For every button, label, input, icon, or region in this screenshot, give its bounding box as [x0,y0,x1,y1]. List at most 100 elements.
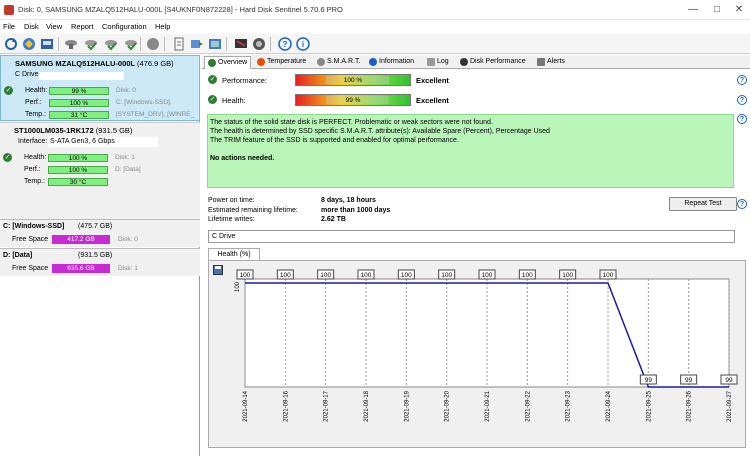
svg-text:?: ? [282,40,287,49]
tab-disk-performance[interactable]: Disk Performance [457,56,529,69]
perf-label: Perf.: [25,99,42,106]
temperature-tab-icon [257,58,265,66]
repeat-test-button[interactable]: Repeat Test [669,197,737,211]
drive-label-redacted [39,72,124,80]
toolbar-separator [270,37,271,51]
test2-icon[interactable] [102,36,119,52]
test3-icon[interactable] [122,36,139,52]
help-icon[interactable]: ? [737,199,747,209]
remaining-value: more than 1000 days [321,207,391,214]
overview-icon [208,59,216,67]
maximize-button[interactable]: □ [706,3,728,17]
app-icon [4,5,14,15]
disk-name: ST1000LM035-1RK172 (931.5 GB) [14,126,133,135]
volume-name: C: [Windows-SSD] [3,223,65,230]
menu-report[interactable]: Report [71,22,94,31]
free-space-bar: 417.2 GB [52,235,110,244]
menu-help[interactable]: Help [155,22,170,31]
smart-icon [317,58,325,66]
menu-file[interactable]: File [3,22,15,31]
toolbar: ? i [0,34,750,54]
menu-disk[interactable]: Disk [24,22,39,31]
help-icon[interactable]: ? [737,95,747,105]
tab-log[interactable]: Log [424,56,452,69]
interface-value: S-ATA Gen3, 6 Gbps [48,137,158,147]
alert-icon[interactable] [250,36,267,52]
free-space-label: Free Space [12,236,49,243]
volume-size: (475.7 GB) [78,223,113,230]
data-label: 100 [280,272,291,279]
performance-bar: 100 % [295,74,411,86]
report-icon[interactable] [170,36,187,52]
volume-name: D: [Data] [3,252,33,259]
x-tick-label: 2021-09-25 [646,390,652,421]
x-tick-label: 2021-09-26 [687,390,693,421]
data-label: 100 [401,272,412,279]
menu-bar: File Disk View Report Configuration Help [0,20,750,34]
help-icon[interactable]: ? [737,75,747,85]
data-label: 100 [482,272,493,279]
tab-temperature[interactable]: Temperature [254,56,309,69]
health-rating: Excellent [416,96,449,105]
x-tick-label: 2021-09-14 [243,390,249,421]
svg-text:i: i [301,40,303,49]
status-line: The health is determined by SSD specific… [210,128,550,135]
tab-alerts[interactable]: Alerts [534,56,568,69]
temp-bar: 31 °C [49,111,109,119]
status-line: The TRIM feature of the SSD is supported… [210,137,459,144]
drive-label: C Drive [15,71,39,78]
x-tick-label: 2021-09-19 [404,390,410,421]
data-label: 100 [361,272,372,279]
toolbar-separator [58,37,59,51]
menu-configuration[interactable]: Configuration [102,22,147,31]
send-icon[interactable] [188,36,205,52]
x-tick-label: 2021-09-24 [606,390,612,421]
help-icon[interactable]: ? [276,36,293,52]
information-icon [369,58,377,66]
data-label: 100 [562,272,573,279]
data-label: 100 [240,272,251,279]
check-icon: ✓ [4,86,13,95]
perf-label: Perf.: [24,166,41,173]
log-icon [427,58,435,66]
check-icon: ✓ [208,75,217,84]
help-icon[interactable]: ? [737,114,747,124]
alerts-icon [537,58,545,66]
tab-health-chart[interactable]: Health (%) [208,248,260,260]
disk-entry[interactable]: SAMSUNG MZALQ512HALU-000L (476.9 GB) C D… [0,55,200,121]
refresh-icon[interactable] [2,36,19,52]
minimize-button[interactable]: — [682,3,704,17]
drive-name-field[interactable]: C Drive [208,230,735,243]
test-icon[interactable] [82,36,99,52]
window-title: Disk: 0, SAMSUNG MZALQ512HALU-000L [S4UK… [18,5,343,14]
volume-entry[interactable]: D: [Data] (931.5 GB) Free Space 635.6 GB… [0,248,200,276]
volume-disk: Disk: 0 [118,236,138,243]
temp-label: Temp.: [24,178,46,185]
close-button[interactable]: ✕ [728,3,750,17]
power-on-value: 8 days, 18 hours [321,197,376,204]
interface-label: Interface: [18,138,48,145]
perf-bar: 100 % [48,166,108,174]
temperature-icon[interactable] [62,36,79,52]
x-tick-label: 2021-09-23 [566,390,572,421]
status-line: The status of the solid state disk is PE… [210,119,493,126]
about-icon[interactable]: i [294,36,311,52]
tab-overview[interactable]: Overview [204,56,252,69]
volume-entry[interactable]: C: [Windows-SSD] (475.7 GB) Free Space 4… [0,219,200,247]
tab-information[interactable]: Information [366,56,417,69]
shield-icon[interactable] [144,36,161,52]
data-label: 99 [685,377,693,384]
disk-icon[interactable] [38,36,55,52]
disk-info-icon[interactable] [20,36,37,52]
health-label: Health: [222,96,246,105]
x-tick-label: 2021-09-16 [283,390,289,421]
monitor-icon[interactable] [232,36,249,52]
volume-size: (931.5 GB) [78,252,113,259]
settings-icon[interactable] [206,36,223,52]
disk-number: Disk: 1 [115,154,135,161]
x-tick-label: 2021-09-17 [324,390,330,421]
status-action: No actions needed. [210,155,275,162]
tab-smart[interactable]: S.M.A.R.T. [314,56,363,69]
health-chart-panel: 100 100 2021-09-14 100 2021-09-16 100 2021-09-… [208,260,746,448]
menu-view[interactable]: View [46,22,62,31]
